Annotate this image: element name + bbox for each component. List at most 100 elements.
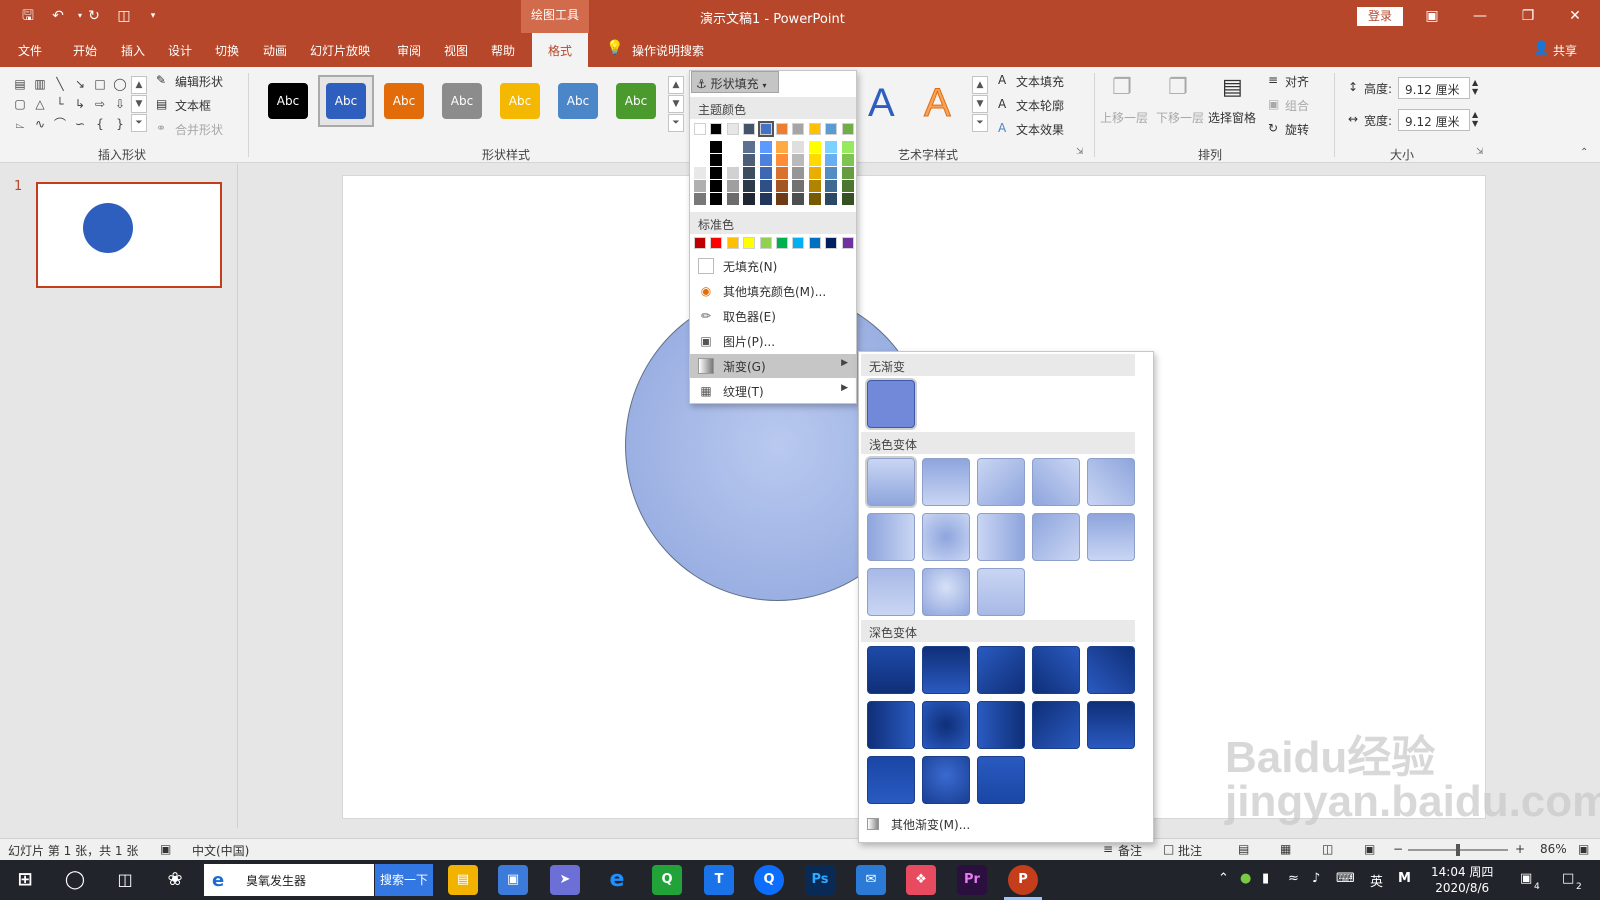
light-gradient-tile[interactable] [1032,458,1080,506]
theme-shade-swatch[interactable] [743,167,756,179]
theme-color-swatch[interactable] [808,123,821,135]
tab-insert[interactable]: 插入 [121,42,145,59]
standard-color-swatch[interactable] [759,237,772,249]
theme-shade-swatch[interactable] [841,167,854,179]
theme-color-swatch[interactable] [776,123,788,135]
dark-gradient-tile[interactable] [977,701,1025,749]
standard-color-swatch[interactable] [726,237,739,249]
theme-shade-swatch[interactable] [808,167,821,179]
vertical-textbox-shape-icon[interactable]: ▥ [32,77,48,91]
slideshow-icon[interactable]: ◫ [114,6,134,26]
standard-color-swatch[interactable] [841,237,854,249]
premiere-icon[interactable]: Pr [957,865,987,895]
theme-shade-swatch[interactable] [792,154,805,166]
light-gradient-tile[interactable] [977,458,1025,506]
standard-color-swatch[interactable] [694,237,706,249]
rounded-rectangle-shape-icon[interactable]: ▢ [12,97,28,111]
dark-gradient-tile[interactable] [922,646,970,694]
theme-shade-swatch[interactable] [808,180,821,192]
taskbar-search-button[interactable]: 搜索一下 [375,864,433,896]
theme-color-swatch[interactable] [710,123,723,135]
rotate-button[interactable]: 旋转 [1285,121,1309,138]
light-gradient-tile[interactable] [867,513,915,561]
notification-icon[interactable]: ▣ [1520,871,1532,886]
zoom-level[interactable]: 86% [1540,842,1567,856]
slide-thumbnail[interactable] [36,182,222,288]
width-input[interactable]: 9.12 厘米 [1398,109,1470,131]
spellcheck-icon[interactable]: ▣ [160,842,171,856]
wordart-scroll-down[interactable]: ▼ [972,95,988,113]
theme-shade-swatch[interactable] [726,141,739,153]
theme-shade-swatch[interactable] [694,193,706,205]
edit-shape-button[interactable]: 编辑形状 [175,73,223,90]
shape-style-light-blue[interactable]: Abc [558,83,598,119]
theme-shade-swatch[interactable] [694,154,706,166]
clock[interactable]: 14:04 周四 2020/8/6 [1431,864,1493,896]
theme-shade-swatch[interactable] [776,154,788,166]
picture-fill-item[interactable]: ▣ 图片(P)... [690,329,856,353]
share-button[interactable]: 共享 [1553,42,1577,59]
theme-shade-swatch[interactable] [841,141,854,153]
light-gradient-tile[interactable] [922,513,970,561]
task-view-icon[interactable]: ◫ [110,865,140,895]
theme-shade-swatch[interactable] [825,167,838,179]
theme-shade-swatch[interactable] [694,167,706,179]
app-t-icon[interactable]: T [704,865,734,895]
wordart-more[interactable]: ⏷ [972,114,988,132]
theme-shade-swatch[interactable] [776,167,788,179]
light-gradient-tile[interactable] [1087,513,1135,561]
theme-shade-swatch[interactable] [841,154,854,166]
tell-me-search[interactable]: 操作说明搜索 [632,42,704,59]
theme-shade-swatch[interactable] [759,154,772,166]
theme-shade-swatch[interactable] [825,193,838,205]
close-icon[interactable]: ✕ [1563,5,1587,27]
undo-icon[interactable]: ↶ [48,6,68,26]
keyboard-icon[interactable]: ⌨ [1336,871,1355,886]
oval-shape-icon[interactable]: ◯ [112,77,128,91]
arrow-line-shape-icon[interactable]: ↘ [72,77,88,91]
volume-icon[interactable]: ♪ [1312,871,1320,886]
width-spinner[interactable]: ▲ ▼ [1472,110,1478,128]
theme-color-swatch[interactable] [726,123,739,135]
line-shape-icon[interactable]: ╲ [52,77,68,91]
theme-color-swatch[interactable] [792,123,805,135]
dark-gradient-tile[interactable] [1087,646,1135,694]
colorful-app-icon[interactable]: ❖ [906,865,936,895]
text-effects-button[interactable]: 文本效果 [1016,121,1064,138]
theme-shade-swatch[interactable] [825,180,838,192]
ime-mode-icon[interactable]: M [1398,871,1411,886]
redo-icon[interactable]: ↻ [84,6,104,26]
group-button[interactable]: 组合 [1285,97,1309,114]
styles-scroll-down[interactable]: ▼ [668,95,684,113]
normal-view-icon[interactable]: ▤ [1238,842,1249,856]
theme-shade-swatch[interactable] [694,141,706,153]
store-icon[interactable]: ▣ [498,865,528,895]
dark-gradient-tile[interactable] [922,756,970,804]
shape-style-green[interactable]: Abc [616,83,656,119]
shape-style-gray[interactable]: Abc [442,83,482,119]
triangle-shape-icon[interactable]: △ [32,97,48,111]
standard-color-swatch[interactable] [710,237,723,249]
light-gradient-tile[interactable] [1032,513,1080,561]
theme-shade-swatch[interactable] [792,193,805,205]
theme-shade-swatch[interactable] [726,167,739,179]
send-backward-button[interactable]: 下移一层 [1156,109,1204,126]
zoom-out-button[interactable]: − [1393,842,1403,856]
no-fill-item[interactable]: 无填充(N) [690,254,856,278]
theme-shade-swatch[interactable] [808,193,821,205]
height-input[interactable]: 9.12 厘米 [1398,77,1470,99]
align-button[interactable]: 对齐 [1285,73,1309,90]
shape-style-blue[interactable]: Abc [326,83,366,119]
share-person-icon[interactable]: 👤 [1533,41,1549,56]
styles-scroll-up[interactable]: ▲ [668,76,684,94]
theme-shade-swatch[interactable] [825,141,838,153]
freeform-shape-icon[interactable]: ⌳ [12,117,28,131]
edge-icon[interactable]: e [602,865,632,895]
dark-gradient-tile[interactable] [922,701,970,749]
wordart-blue-a-icon[interactable]: A [868,81,895,126]
theme-shade-swatch[interactable] [776,193,788,205]
theme-shade-swatch[interactable] [792,141,805,153]
tab-slideshow[interactable]: 幻灯片放映 [310,42,370,59]
tab-transitions[interactable]: 切换 [215,42,239,59]
theme-shade-swatch[interactable] [726,180,739,192]
